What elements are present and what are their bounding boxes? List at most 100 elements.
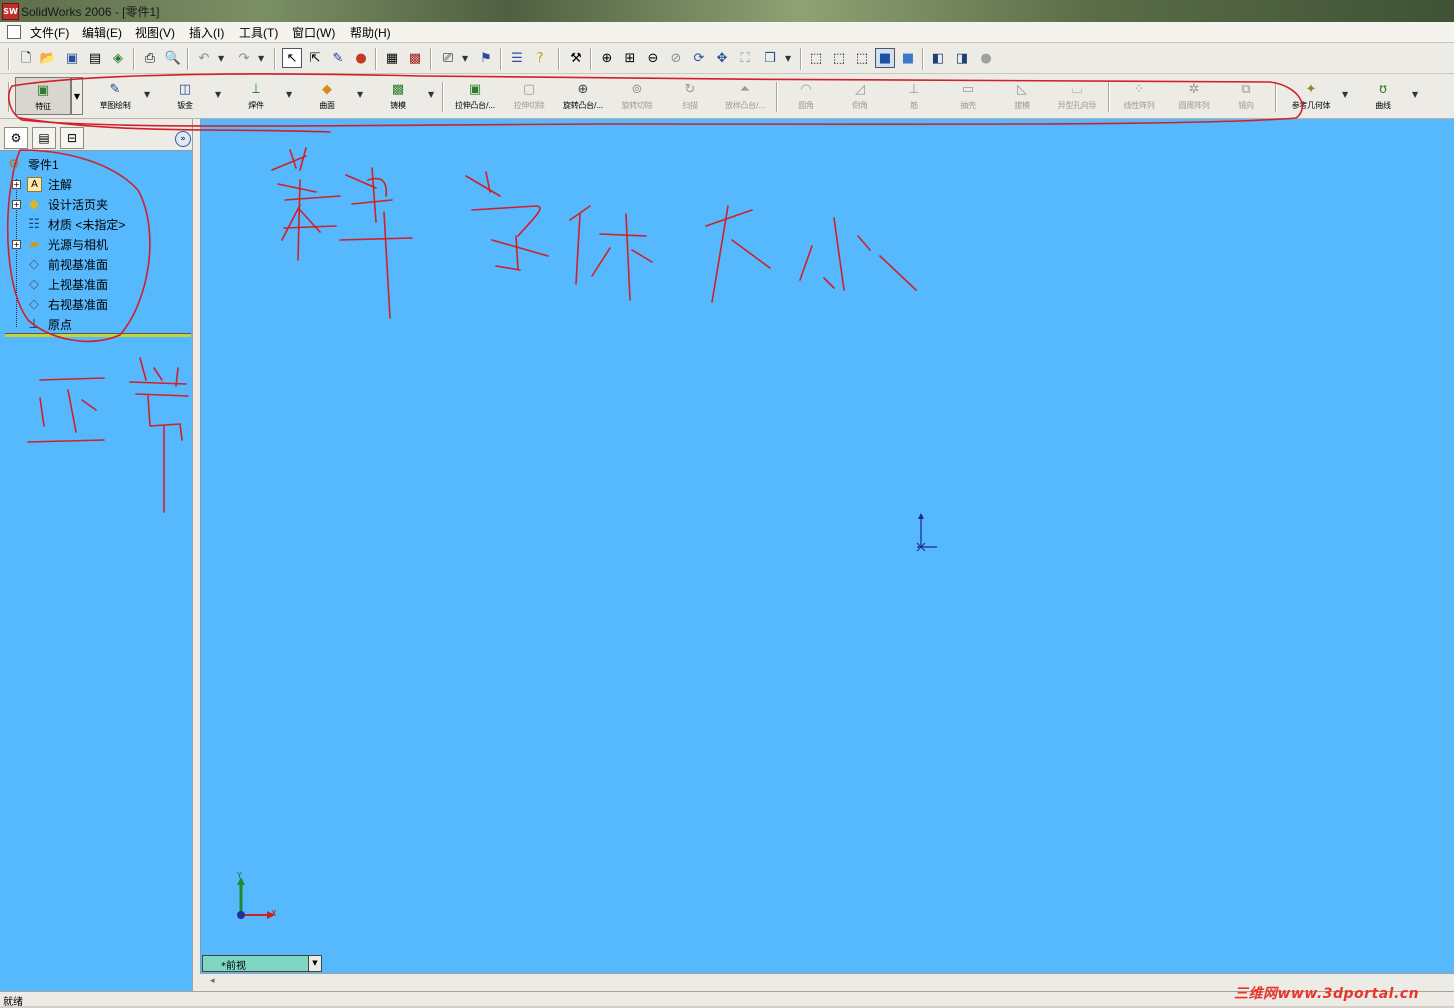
open-icon[interactable]: 📂 — [38, 48, 58, 68]
curves-dropdown-icon[interactable]: ▼ — [1412, 90, 1418, 99]
pan-icon[interactable]: ✥ — [712, 48, 732, 68]
curves-button[interactable]: ʊ 曲线 — [1364, 77, 1402, 115]
draft-button[interactable]: ◺ 拔模 — [1002, 77, 1042, 115]
tree-item-origin[interactable]: ⊥ 原点 — [0, 315, 190, 335]
circular-pattern-button[interactable]: ✲ 圆周阵列 — [1169, 77, 1219, 115]
tree-item-material[interactable]: ☷ 材质 <未指定> — [0, 215, 190, 235]
tree-item-lights-cameras[interactable]: + ▰ 光源与相机 — [0, 235, 190, 255]
revolved-boss-button[interactable]: ⊕ 旋转凸台/... — [557, 77, 609, 115]
save-icon[interactable]: ▣ — [62, 48, 82, 68]
roll-icon[interactable]: ⛶ — [735, 48, 755, 68]
zoom-to-fit-icon[interactable]: ⊕ — [597, 48, 617, 68]
tree-root[interactable]: ⚙ 零件1 — [0, 155, 190, 175]
tree-item-front-plane[interactable]: ◇ 前视基准面 — [0, 255, 190, 275]
select-icon[interactable]: ↖ — [282, 48, 302, 68]
rebuild-icon[interactable]: ● — [351, 48, 371, 68]
help-icon[interactable]: ? — [530, 48, 550, 68]
hidden-lines-removed-icon[interactable]: ⬚ — [852, 48, 872, 68]
tree-item-top-plane[interactable]: ◇ 上视基准面 — [0, 275, 190, 295]
mold-tools-dropdown-icon[interactable]: ▼ — [428, 90, 434, 99]
section-view-icon[interactable]: ◨ — [952, 48, 972, 68]
view-orientation-tab[interactable]: *前视 ▼ — [202, 955, 322, 972]
menu-insert[interactable]: 插入(I) — [187, 24, 226, 41]
view-orientation-icon[interactable]: ❒ — [760, 48, 780, 68]
grid-icon[interactable]: ▦ — [382, 48, 402, 68]
print-preview-icon[interactable]: 🔍 — [163, 48, 183, 68]
chamfer-button[interactable]: ◿ 倒角 — [840, 77, 880, 115]
tab-sheet-metal[interactable]: ◫ 钣金 — [165, 77, 205, 115]
rollback-bar[interactable] — [5, 333, 191, 337]
shadows-icon[interactable]: ◧ — [928, 48, 948, 68]
document-icon[interactable] — [7, 25, 21, 39]
options-icon[interactable]: ▩ — [405, 48, 425, 68]
toggle-selection-icon[interactable]: ⎚ — [438, 48, 458, 68]
revolved-cut-button[interactable]: ⊚ 旋转切除 — [614, 77, 660, 115]
tree-item-right-plane[interactable]: ◇ 右视基准面 — [0, 295, 190, 315]
menu-tools[interactable]: 工具(T) — [237, 24, 280, 41]
weldments-dropdown-icon[interactable]: ▼ — [286, 90, 292, 99]
sketch-icon[interactable]: ✎ — [328, 48, 348, 68]
expand-icon[interactable]: + — [12, 200, 21, 209]
tab-weldments[interactable]: ⟘ 焊件 — [236, 77, 276, 115]
shaded-icon[interactable]: ■ — [898, 48, 918, 68]
tree-item-annotations[interactable]: + A 注解 — [0, 175, 190, 195]
menu-view[interactable]: 视图(V) — [133, 24, 177, 41]
print-setup-icon[interactable]: ▤ — [85, 48, 105, 68]
tab-sketch[interactable]: ✎ 草图绘制 — [92, 77, 138, 115]
tab-features[interactable]: ▣ 特征 — [15, 77, 71, 115]
zoom-selection-icon[interactable]: ⊘ — [666, 48, 686, 68]
menu-help[interactable]: 帮助(H) — [348, 24, 393, 41]
undo-icon[interactable]: ↶ — [194, 48, 214, 68]
sweep-button[interactable]: ↻ 扫描 — [670, 77, 710, 115]
fillet-button[interactable]: ◠ 圆角 — [786, 77, 826, 115]
tab-property-manager[interactable]: ▤ — [32, 127, 56, 149]
menu-window[interactable]: 窗口(W) — [290, 24, 337, 41]
view-orientation-dropdown-icon[interactable]: ▼ — [785, 54, 793, 63]
print-icon[interactable]: ⎙ — [140, 48, 160, 68]
view-tool-icon[interactable]: ⚒ — [566, 48, 586, 68]
scroll-left-icon[interactable]: ◂ — [210, 976, 215, 986]
extruded-cut-button[interactable]: ▢ 拉伸切除 — [506, 77, 552, 115]
redo-dropdown-icon[interactable]: ▼ — [258, 54, 266, 63]
reference-geometry-dropdown-icon[interactable]: ▼ — [1342, 90, 1348, 99]
hole-wizard-button[interactable]: ⌴ 异型孔向导 — [1050, 77, 1104, 115]
surfaces-dropdown-icon[interactable]: ▼ — [357, 90, 363, 99]
select-other-icon[interactable]: ⇱ — [305, 48, 325, 68]
wireframe-icon[interactable]: ⬚ — [806, 48, 826, 68]
view-dropdown-icon[interactable]: ▼ — [308, 956, 321, 971]
menu-edit[interactable]: 编辑(E) — [80, 24, 124, 41]
tab-feature-manager[interactable]: ⚙ — [4, 127, 28, 149]
graphics-area[interactable]: Y X — [200, 119, 1454, 973]
rib-button[interactable]: ⊥ 筋 — [894, 77, 934, 115]
tab-mold-tools[interactable]: ▩ 铸模 — [378, 77, 418, 115]
tab-surfaces[interactable]: ◆ 曲面 — [307, 77, 347, 115]
expand-icon[interactable]: + — [12, 180, 21, 189]
features-dropdown-icon[interactable]: ▼ — [71, 77, 83, 115]
toolbox-icon[interactable]: ⚑ — [476, 48, 496, 68]
menu-file[interactable]: 文件(F) — [28, 24, 71, 41]
rotate-icon[interactable]: ⟳ — [689, 48, 709, 68]
new-icon[interactable]: 🗋 — [16, 48, 36, 68]
mirror-button[interactable]: ⧉ 镜向 — [1226, 77, 1266, 115]
expand-icon[interactable]: + — [12, 240, 21, 249]
3d-content-icon[interactable]: ◈ — [108, 48, 128, 68]
sketch-dropdown-icon[interactable]: ▼ — [144, 90, 150, 99]
redo-icon[interactable]: ↷ — [234, 48, 254, 68]
realview-icon[interactable]: ● — [976, 48, 996, 68]
undo-dropdown-icon[interactable]: ▼ — [218, 54, 226, 63]
expand-panel-icon[interactable]: » — [175, 131, 191, 147]
tree-item-design-binder[interactable]: + ◆ 设计活页夹 — [0, 195, 190, 215]
zoom-in-out-icon[interactable]: ⊖ — [643, 48, 663, 68]
shell-button[interactable]: ▭ 抽壳 — [948, 77, 988, 115]
tab-configuration-manager[interactable]: ⊟ — [60, 127, 84, 149]
hidden-lines-visible-icon[interactable]: ⬚ — [829, 48, 849, 68]
loft-button[interactable]: ⏶ 放样凸台/... — [718, 77, 772, 115]
properties-icon[interactable]: ☰ — [507, 48, 527, 68]
reference-geometry-button[interactable]: ✦ 参考几何体 — [1284, 77, 1338, 115]
toolbar-grip[interactable] — [8, 82, 10, 112]
zoom-area-icon[interactable]: ⊞ — [620, 48, 640, 68]
sheet-metal-dropdown-icon[interactable]: ▼ — [215, 90, 221, 99]
shaded-with-edges-icon[interactable]: ■ — [875, 48, 895, 68]
linear-pattern-button[interactable]: ⁘ 线性阵列 — [1114, 77, 1164, 115]
toolbar-grip[interactable] — [8, 48, 10, 70]
